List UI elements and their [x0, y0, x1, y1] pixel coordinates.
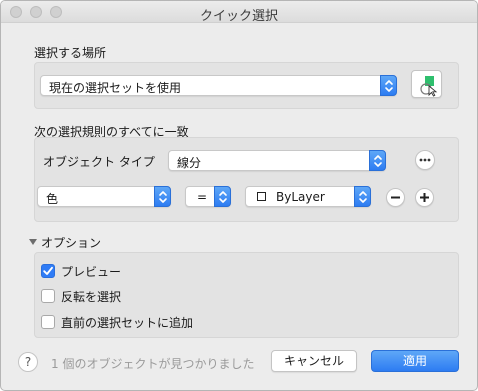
- object-type-value: 線分: [177, 156, 202, 170]
- options-label: オプション: [41, 236, 102, 250]
- quick-select-dialog: クイック選択 選択する場所 現在の選択セットを使用 次の選択規則のすべてに一致 …: [0, 0, 478, 391]
- select-objects-icon: [420, 76, 438, 97]
- rules-group: オブジェクト タイプ 線分 色 = ByLayer: [34, 137, 459, 222]
- select-location-label: 選択する場所: [34, 46, 107, 60]
- add-rule-button[interactable]: [415, 188, 434, 207]
- operator-value: =: [197, 190, 208, 204]
- color-value: ByLayer: [276, 190, 325, 204]
- select-objects-button[interactable]: [411, 70, 442, 98]
- disclosure-triangle-icon: [29, 239, 37, 245]
- window-title: クイック選択: [199, 9, 278, 24]
- color-swatch-icon: [257, 192, 266, 201]
- plus-icon: [420, 193, 429, 202]
- operator-popup[interactable]: =: [185, 186, 231, 207]
- checkmark-icon: [43, 266, 53, 275]
- options-group: プレビュー 反転を選択 直前の選択セットに追加: [34, 252, 459, 338]
- title-bar: クイック選択: [1, 1, 477, 24]
- more-options-button[interactable]: [415, 150, 435, 170]
- ellipsis-icon: [419, 158, 431, 162]
- append-selection-label: 直前の選択セットに追加: [61, 316, 194, 330]
- object-type-popup[interactable]: 線分: [168, 150, 386, 171]
- object-type-label: オブジェクト タイプ: [43, 155, 155, 169]
- up-down-chevron-icon: [154, 186, 171, 207]
- property-value: 色: [46, 192, 59, 206]
- minus-icon: [391, 196, 400, 199]
- help-button[interactable]: ?: [18, 352, 38, 372]
- color-popup[interactable]: ByLayer: [245, 186, 371, 207]
- preview-label: プレビュー: [61, 265, 122, 279]
- remove-rule-button[interactable]: [386, 188, 405, 207]
- append-selection-checkbox[interactable]: [41, 315, 55, 329]
- invert-selection-label: 反転を選択: [61, 290, 122, 304]
- select-location-group: 現在の選択セットを使用: [34, 62, 459, 109]
- up-down-chevron-icon: [380, 75, 397, 96]
- invert-selection-checkbox[interactable]: [41, 289, 55, 303]
- property-popup[interactable]: 色: [37, 186, 171, 207]
- preview-checkbox[interactable]: [41, 264, 55, 278]
- apply-button[interactable]: 適用: [371, 350, 459, 372]
- status-text: 1 個のオブジェクトが見つかりました: [51, 357, 255, 371]
- options-disclosure[interactable]: オプション: [28, 234, 118, 250]
- location-popup-value: 現在の選択セットを使用: [49, 81, 182, 95]
- location-popup[interactable]: 現在の選択セットを使用: [40, 75, 397, 96]
- up-down-chevron-icon: [354, 186, 371, 207]
- up-down-chevron-icon: [369, 150, 386, 171]
- cancel-button[interactable]: キャンセル: [271, 350, 357, 372]
- up-down-chevron-icon: [214, 186, 231, 207]
